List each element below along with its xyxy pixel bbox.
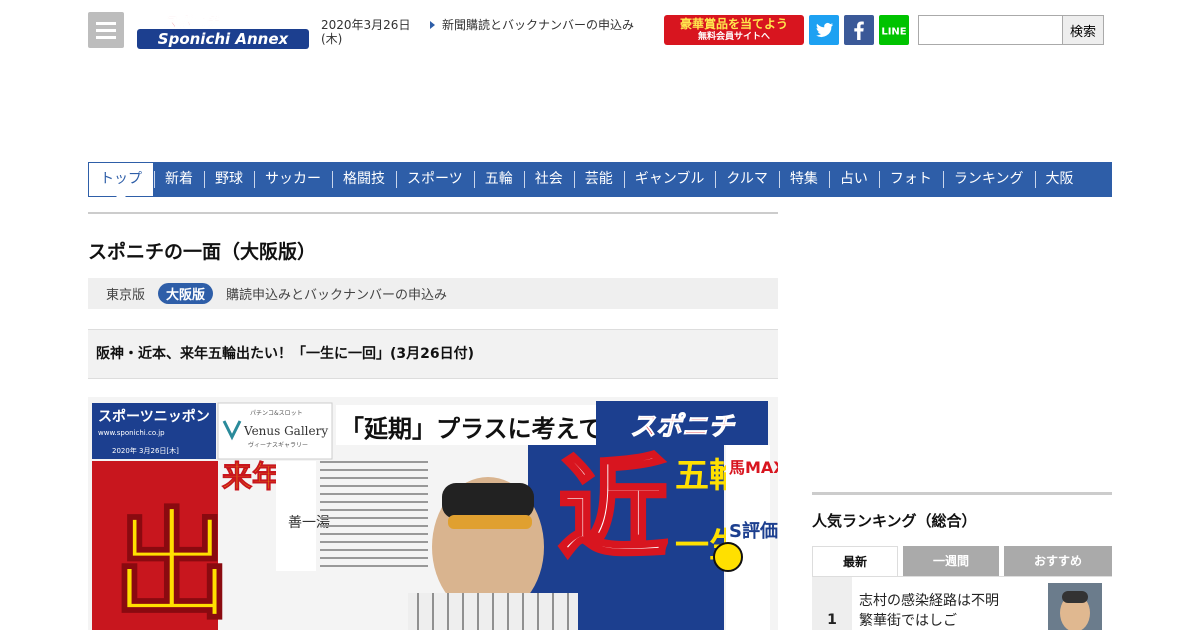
- site-logo[interactable]: スポニチ Sponichi Annex: [137, 12, 309, 50]
- nav-item[interactable]: 格闘技: [332, 162, 396, 197]
- svg-text:LINE: LINE: [881, 27, 906, 38]
- svg-text:S評価は: S評価は: [729, 520, 778, 542]
- svg-text:Venus Gallery: Venus Gallery: [243, 424, 328, 438]
- svg-text:「延期」プラスに考えて: 「延期」プラスに考えて: [340, 415, 602, 443]
- page-title: スポニチの一面（大阪版）: [88, 241, 317, 263]
- ranking-title: 人気ランキング（総合）: [812, 512, 977, 530]
- promo-line2: 無料会員サイトへ: [697, 32, 770, 42]
- nav-item[interactable]: 社会: [523, 162, 574, 197]
- ranking-item-title: 志村の感染経路は不明 繁華街ではしご: [859, 593, 1013, 629]
- line-icon[interactable]: LINE: [879, 15, 909, 45]
- svg-text:善一湯: 善一湯: [288, 514, 330, 531]
- front-page-headline: 阪神・近本、来年五輪出たい！「一生に一回」(3月26日付): [88, 329, 778, 379]
- svg-text:Sponichi Annex: Sponichi Annex: [158, 30, 290, 48]
- edition-tokyo-link[interactable]: 東京版: [106, 284, 145, 303]
- global-nav: トップ 新着 野球 サッカー 格闘技 スポーツ 五輪 社会 芸能 ギャンブル クルマ 特集 占い フォトラ…: [88, 162, 1112, 197]
- search-input[interactable]: [918, 15, 1064, 45]
- nav-item[interactable]: スポーツ: [396, 162, 474, 197]
- svg-text:www.sponichi.co.jp: www.sponichi.co.jp: [98, 429, 165, 437]
- nav-item[interactable]: ランキング: [942, 162, 1035, 197]
- nav-item[interactable]: サッカー: [254, 162, 332, 197]
- page: スポニチ Sponichi Annex 2020年3月26日(木) 新聞購読とバ…: [0, 0, 1200, 630]
- svg-text:スポーツニッポン: スポーツニッポン: [98, 408, 210, 425]
- nav-item[interactable]: トップ: [88, 162, 154, 197]
- ranking-item[interactable]: 1 志村の感染経路は不明 繁華街ではしご: [812, 576, 1112, 630]
- subscription-link[interactable]: 新聞購読とバックナンバーの申込み: [430, 18, 645, 32]
- nav-item[interactable]: 野球: [204, 162, 254, 197]
- svg-text:ヴィーナスギャラリー: ヴィーナスギャラリー: [248, 441, 308, 449]
- rank-number: 1: [812, 577, 852, 630]
- promo-line1: 豪華賞品を当てよう: [679, 17, 788, 31]
- edition-selector: 東京版 大阪版 購読申込みとバックナンバーの申込み: [88, 278, 778, 309]
- member-promo-banner[interactable]: 豪華賞品を当てよう 無料会員サイトへ: [664, 15, 804, 45]
- svg-text:パチンコ&スロット: パチンコ&スロット: [250, 410, 303, 417]
- svg-text:馬MAX: 馬MAX: [729, 458, 778, 477]
- backnumber-link[interactable]: 購読申込みとバックナンバーの申込み: [226, 284, 447, 303]
- nav-item[interactable]: 新着: [154, 162, 204, 197]
- tab-weekly[interactable]: 一週間: [903, 546, 999, 576]
- svg-text:スポニチ: スポニチ: [163, 14, 220, 31]
- nav-item[interactable]: ギャンブル: [623, 162, 716, 197]
- sidebar-divider: [812, 492, 1112, 495]
- nav-item[interactable]: 特集: [778, 162, 829, 197]
- nav-item[interactable]: 五輪: [473, 162, 524, 197]
- svg-text:近: 近: [558, 445, 668, 573]
- front-page-image[interactable]: スポーツニッポン www.sponichi.co.jp 2020年 3月26日[…: [88, 397, 778, 630]
- twitter-icon[interactable]: [809, 15, 839, 45]
- hamburger-menu-icon[interactable]: [88, 12, 124, 48]
- facebook-icon[interactable]: [844, 15, 874, 45]
- svg-text:来年: 来年: [222, 460, 282, 495]
- nav-item[interactable]: クルマ: [715, 162, 779, 197]
- svg-text:スポニチ: スポニチ: [630, 412, 736, 442]
- edition-osaka-tab[interactable]: 大阪版: [158, 283, 214, 304]
- nav-item[interactable]: 大阪: [1034, 162, 1085, 197]
- current-date: 2020年3月26日(木): [321, 18, 411, 46]
- search-button[interactable]: 検索: [1062, 15, 1104, 45]
- tab-recommended[interactable]: おすすめ: [1004, 546, 1112, 576]
- nav-item[interactable]: フォト: [878, 162, 943, 197]
- nav-item[interactable]: 占い: [828, 162, 879, 197]
- svg-text:出: 出: [112, 497, 232, 630]
- tab-latest[interactable]: 最新: [812, 546, 898, 576]
- svg-text:2020年 3月26日[木]: 2020年 3月26日[木]: [112, 446, 179, 455]
- nav-item[interactable]: 芸能: [573, 162, 624, 197]
- divider: [88, 212, 778, 214]
- ranking-thumbnail: [1048, 583, 1102, 630]
